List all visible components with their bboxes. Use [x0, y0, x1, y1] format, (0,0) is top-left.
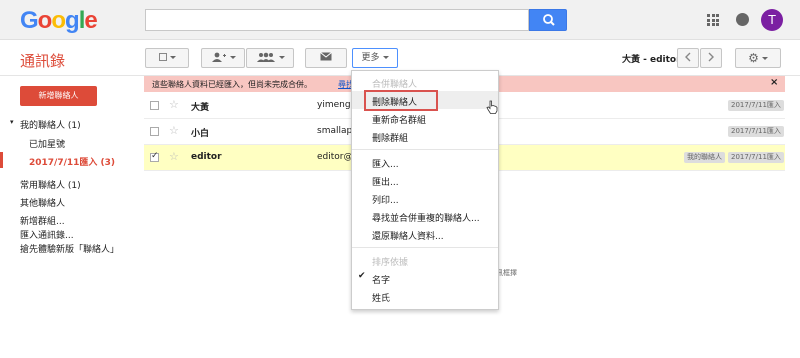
- contact-email: smallapp: [317, 126, 351, 136]
- logo-letter: G: [20, 7, 39, 34]
- banner-merge-link[interactable]: 尋找及合併: [338, 79, 352, 90]
- search-input[interactable]: [145, 9, 529, 31]
- sidebar-expand-icon[interactable]: ▾: [10, 118, 14, 126]
- groups-button[interactable]: [246, 48, 294, 68]
- notifications-icon[interactable]: [736, 13, 749, 26]
- menu-item-restore[interactable]: 還原聯絡人資料...: [372, 229, 444, 242]
- contact-email: yimeng1: [317, 100, 351, 110]
- chevron-left-icon: [685, 52, 691, 61]
- group-tag: 2017/7/11匯入: [728, 152, 784, 163]
- new-contact-button[interactable]: 新增聯絡人: [20, 86, 97, 106]
- active-indicator: [0, 152, 3, 168]
- row-checkbox[interactable]: [150, 151, 159, 162]
- row-checkbox[interactable]: [150, 127, 159, 136]
- group-tag: 2017/7/11匯入: [728, 126, 784, 137]
- previous-button[interactable]: [677, 48, 699, 68]
- sidebar-item-other[interactable]: 其他聯絡人: [20, 196, 65, 209]
- search-button[interactable]: [529, 9, 567, 31]
- send-email-button[interactable]: [305, 48, 347, 68]
- avatar[interactable]: T: [761, 9, 783, 31]
- apps-grid-icon[interactable]: [707, 14, 719, 26]
- chevron-down-icon: [278, 56, 285, 59]
- hand-cursor-icon: [486, 100, 498, 114]
- chevron-down-icon: [761, 56, 768, 60]
- more-dropdown-menu: 合併聯絡人 刪除聯絡人 重新命名群組 刪除群組 匯入... 匯出... 列印..…: [351, 70, 499, 310]
- contact-name: 大黃: [191, 103, 210, 113]
- current-contact-label: 大黃 - editor: [622, 55, 681, 65]
- sidebar-item-my-contacts[interactable]: 我的聯絡人 (1): [20, 118, 81, 131]
- menu-divider: [352, 247, 498, 248]
- sidebar-preview-link[interactable]: 搶先體驗新版「聯絡人」: [20, 242, 119, 255]
- star-icon[interactable]: ☆: [169, 150, 179, 163]
- contact-email: editor@e: [317, 152, 351, 162]
- more-button-label: 更多: [361, 53, 380, 63]
- checkbox-icon: [158, 52, 167, 61]
- contact-name: editor: [191, 152, 222, 162]
- close-icon[interactable]: ×: [770, 77, 778, 88]
- menu-item-rename-group[interactable]: 重新命名群組: [372, 113, 426, 126]
- menu-item-import[interactable]: 匯入...: [372, 157, 399, 170]
- highlight-box: [364, 90, 438, 111]
- chevron-down-icon: [382, 56, 389, 59]
- logo-letter: o: [51, 7, 66, 34]
- sidebar-item-frequent[interactable]: 常用聯絡人 (1): [20, 178, 81, 191]
- menu-item-find-duplicates[interactable]: 尋找並合併重複的聯絡人...: [372, 211, 480, 224]
- chevron-down-icon: [169, 56, 176, 59]
- logo-letter: e: [84, 7, 97, 34]
- menu-section-sort-by: 排序依據: [372, 258, 409, 268]
- menu-divider: [352, 149, 498, 150]
- sidebar-item-imported[interactable]: 2017/7/11匯入 (3): [29, 155, 115, 168]
- menu-item-merge: 合併聯絡人: [372, 80, 418, 90]
- gear-icon: ⚙: [748, 51, 759, 65]
- star-icon[interactable]: ☆: [169, 124, 179, 137]
- google-logo[interactable]: Google: [20, 7, 98, 35]
- check-icon: ✔: [358, 271, 366, 281]
- add-to-contacts-button[interactable]: [201, 48, 245, 68]
- next-button[interactable]: [700, 48, 722, 68]
- mail-icon: [320, 52, 332, 61]
- logo-letter: o: [37, 7, 53, 34]
- select-checkbox-button[interactable]: [145, 48, 189, 68]
- group-icon: [256, 52, 275, 62]
- star-icon[interactable]: ☆: [169, 98, 179, 111]
- menu-item-sort-last-name[interactable]: 姓氏: [372, 291, 390, 304]
- sidebar-new-group-link[interactable]: 新增群組...: [20, 214, 65, 227]
- chevron-right-icon: [708, 52, 714, 61]
- group-tag: 2017/7/11匯入: [728, 100, 784, 111]
- menu-item-sort-first-name[interactable]: 名字: [372, 273, 390, 286]
- menu-item-export[interactable]: 匯出...: [372, 175, 399, 188]
- chevron-down-icon: [229, 56, 236, 59]
- partially-hidden-text: 訊框擇: [496, 269, 517, 277]
- logo-letter: g: [65, 7, 80, 34]
- sidebar-import-link[interactable]: 匯入通訊錄...: [20, 228, 74, 241]
- row-checkbox[interactable]: [150, 101, 159, 110]
- settings-button[interactable]: ⚙: [735, 48, 781, 68]
- person-add-icon: [211, 52, 226, 62]
- search-icon: [543, 14, 555, 26]
- menu-item-print[interactable]: 列印...: [372, 193, 399, 206]
- page-title[interactable]: 通訊錄: [20, 50, 65, 71]
- menu-item-delete-group[interactable]: 刪除群組: [372, 131, 408, 144]
- more-menu-button[interactable]: 更多: [352, 48, 398, 68]
- contact-name: 小白: [191, 129, 210, 139]
- group-tag: 我的聯絡人: [684, 152, 725, 163]
- banner-message: 這些聯絡人資料已經匯入，但尚未完成合併。: [152, 80, 312, 89]
- sidebar-item-starred[interactable]: 已加星號: [29, 137, 65, 150]
